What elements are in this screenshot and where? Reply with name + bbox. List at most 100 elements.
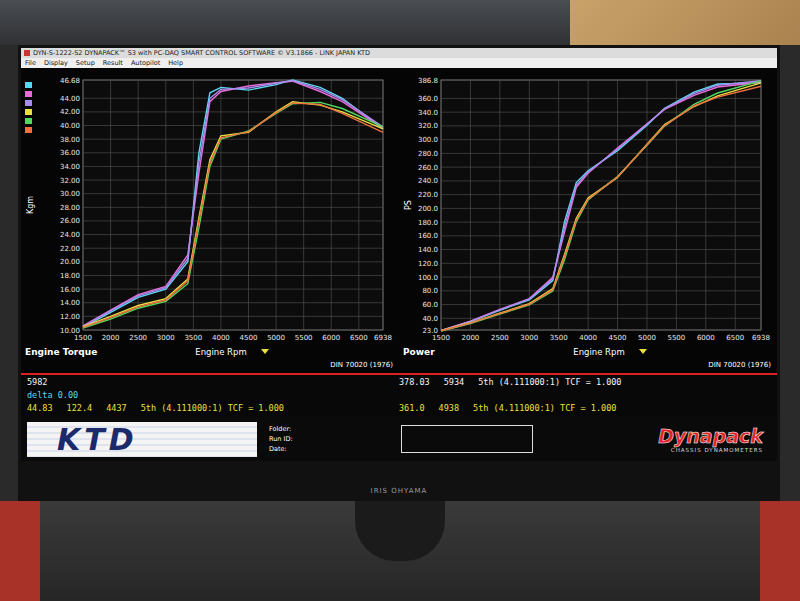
grid-line [441,167,761,168]
y-tick: 28.00 [60,204,80,212]
x-tick: 6000 [697,334,715,342]
grid-line [83,152,383,153]
grid-line [617,80,618,330]
menu-item[interactable]: Result [103,59,123,67]
y-tick: 18.00 [60,272,80,280]
plot-area [83,80,383,330]
chart-title: Power [403,347,435,357]
legend-swatch [25,82,32,88]
y-tick: 280.0 [418,150,438,158]
readout-row: 5982 378.0359345th (4.111000:1) TCF = 1.… [27,377,771,389]
x-tick: 4500 [609,334,627,342]
x-tick: 6500 [726,334,744,342]
footer: KTD Folder:Run ID:Date: Dynapack CHASSIS… [21,417,777,461]
y-tick: 300.0 [418,136,438,144]
menu-item[interactable]: Display [44,59,68,67]
y-tick: 42.00 [60,108,80,116]
y-tick: 80.0 [422,287,438,295]
grid-line [165,80,166,330]
y-tick: 38.00 [60,136,80,144]
grid-line [761,80,762,330]
x-tick: 2500 [129,334,147,342]
x-tick: 4500 [240,334,258,342]
dyno-chart: 386.8360.0340.0320.0300.0280.0260.0240.0… [399,68,777,373]
x-tick: 4000 [579,334,597,342]
readout-right: 378.0359345th (4.111000:1) TCF = 1.000 [399,377,771,389]
monitor: DYN-S-1222-S2 DYNAPACK™ S3 with PC-DAQ S… [18,45,780,501]
x-tick: 6000 [322,334,340,342]
grid-line [441,80,761,81]
y-tick: 360.0 [418,95,438,103]
y-tick: 100.0 [418,274,438,282]
readout-value: 5982 [27,377,47,389]
dyno-chart: 46.6844.0042.0040.0038.0036.0034.0032.00… [21,68,399,373]
menu-item[interactable]: File [25,59,36,67]
grid-line [83,289,383,290]
series-line [83,81,383,327]
grid-line [441,153,761,154]
charts: 46.6844.0042.0040.0038.0036.0034.0032.00… [21,68,777,373]
x-axis-label: Engine Rpm [573,347,624,357]
y-tick: 30.00 [60,190,80,198]
grid-line [83,261,383,262]
menu-item[interactable]: Help [168,59,183,67]
field-label: Run ID: [269,435,389,443]
grid-line [441,290,761,291]
readouts: 5982 378.0359345th (4.111000:1) TCF = 1.… [21,375,777,417]
grid-line [220,80,221,330]
y-tick: 24.00 [60,231,80,239]
grid-line [83,316,383,317]
readout-left: 44.83122.444375th (4.111000:1) TCF = 1.0… [27,403,399,415]
menu-bar: File Display Setup Result Autopilot Help [21,58,777,68]
desk [0,501,800,601]
readout-value: 378.03 [399,377,430,389]
series-line [441,83,761,331]
x-tick: 4000 [212,334,230,342]
grid-line [83,207,383,208]
y-tick: 220.0 [418,191,438,199]
plot-area [441,80,761,330]
grid-line [558,80,559,330]
y-tick: 40.00 [60,122,80,130]
y-tick: 140.0 [418,246,438,254]
y-axis-label: PS [404,200,413,210]
y-tick: 22.00 [60,245,80,253]
screen: DYN-S-1222-S2 DYNAPACK™ S3 with PC-DAQ S… [21,48,777,461]
y-tick: 386.8 [418,77,438,85]
grid-line [735,80,736,330]
y-tick: 20.00 [60,258,80,266]
readout-row: delta 0.00 [27,390,771,402]
grid-line [441,194,761,195]
readout-value: 44.83 [27,403,53,415]
readout-value: 5934 [444,377,464,389]
x-tick: 3000 [157,334,175,342]
dropdown-icon[interactable] [639,349,647,354]
grid-line [441,263,761,264]
series-line [83,81,383,326]
readout-left: 5982 [27,377,399,389]
monitor-stand [355,501,445,561]
y-tick: 46.68 [60,77,80,85]
grid-line [248,80,249,330]
y-tick: 60.0 [422,301,438,309]
menu-item[interactable]: Setup [76,59,95,67]
brand-subtitle: CHASSIS DYNAMOMETERS [671,447,763,453]
x-tick: 1500 [74,334,92,342]
grid-line [83,180,383,181]
grid-line [110,80,111,330]
series-line [441,86,761,331]
series-line [83,80,383,327]
x-tick: 6938 [374,334,392,342]
grid-line [83,125,383,126]
y-tick: 32.00 [60,177,80,185]
menu-item[interactable]: Autopilot [131,59,160,67]
y-tick: 120.0 [418,260,438,268]
readout-row: 44.83122.444375th (4.111000:1) TCF = 1.0… [27,403,771,415]
app-icon [24,50,30,56]
run-fields: Folder:Run ID:Date: [269,425,389,453]
dropdown-icon[interactable] [261,349,269,354]
grid-line [441,208,761,209]
x-tick: 2000 [102,334,120,342]
grid-line [331,80,332,330]
grid-line [499,80,500,330]
